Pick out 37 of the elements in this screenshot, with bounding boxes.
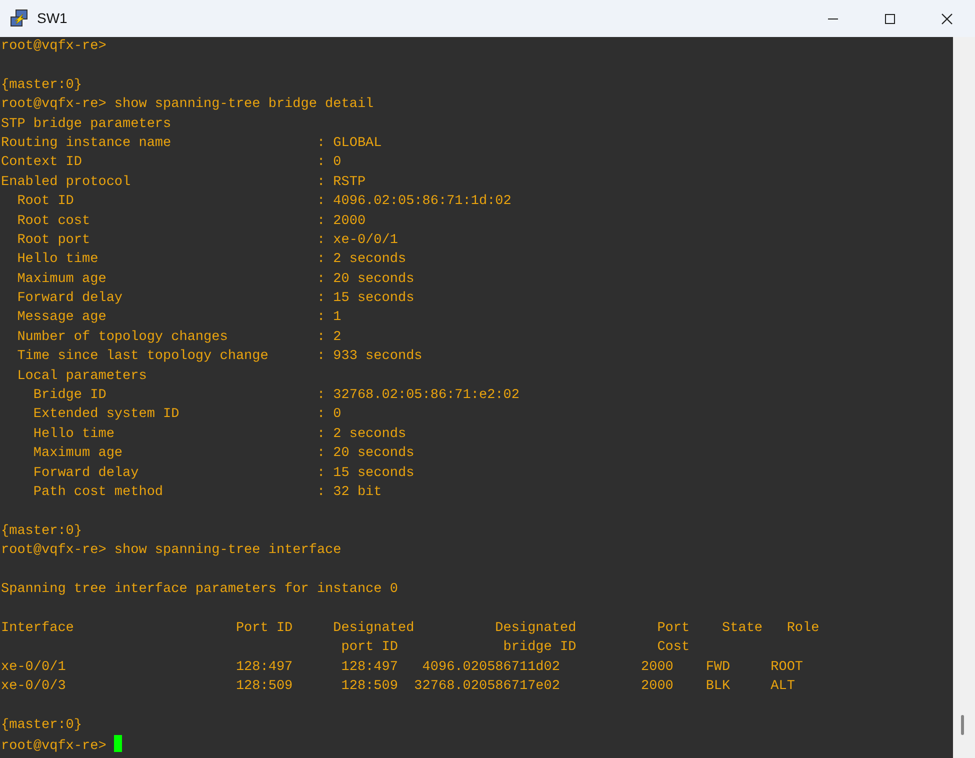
app-icon bbox=[9, 8, 29, 28]
terminal-line: xe-0/0/1 128:497 128:497 4096.020586711d02 2000 FWD ROOT bbox=[1, 658, 804, 676]
scrollbar-thumb[interactable] bbox=[961, 715, 964, 735]
terminal-line: Hello time : 2 seconds bbox=[16, 251, 406, 270]
terminal-line: Path cost method : 32 bit bbox=[32, 484, 382, 502]
terminal-line: {master:0} bbox=[1, 522, 82, 541]
terminal-line: Time since last topology change : 933 seconds bbox=[16, 348, 422, 366]
close-icon bbox=[940, 12, 952, 24]
terminal-line: Extended system ID : 0 bbox=[32, 406, 342, 424]
terminal-line: Forward delay : 15 seconds bbox=[16, 290, 414, 308]
terminal-line: Forward delay : 15 seconds bbox=[32, 464, 414, 483]
window-title: SW1 bbox=[37, 9, 68, 28]
terminal-line: Number of topology changes : 2 bbox=[16, 328, 342, 347]
terminal-line: Context ID : 0 bbox=[1, 154, 342, 172]
terminal-line: Maximum age : 20 seconds bbox=[16, 270, 414, 289]
terminal-line: Routing instance name : GLOBAL bbox=[1, 134, 382, 153]
terminal-line: root@vqfx-re> show spanning-tree bridge detail bbox=[1, 96, 374, 114]
terminal-line: root@vqfx-re> show spanning-tree interface bbox=[1, 542, 342, 560]
terminal-line: root@vqfx-re> bbox=[1, 738, 108, 756]
terminal-line: {master:0} bbox=[1, 716, 82, 735]
terminal-line: Root cost : 2000 bbox=[16, 212, 366, 231]
terminal-line: root@vqfx-re> bbox=[1, 38, 106, 56]
terminal-line: Root port : xe-0/0/1 bbox=[16, 232, 398, 250]
terminal-line: STP bridge parameters bbox=[1, 116, 172, 134]
terminal-line: xe-0/0/3 128:509 128:509 32768.020586717e02 2000 BLK ALT bbox=[1, 678, 795, 696]
terminal-line: Root ID : 4096.02:05:86:71:1d:02 bbox=[16, 193, 512, 212]
terminal-line: Local parameters bbox=[16, 368, 147, 386]
terminal-line: Interface Port ID Designated Designated Port State Role bbox=[1, 620, 820, 638]
terminal-line: Bridge ID : 32768.02:05:86:71:e2:02 bbox=[32, 387, 520, 406]
terminal-line: Enabled protocol : RSTP bbox=[1, 174, 366, 192]
terminal-line: {master:0} bbox=[1, 76, 82, 95]
terminal-line: Spanning tree interface parameters for instance 0 bbox=[1, 580, 398, 599]
terminal-line: Maximum age : 20 seconds bbox=[32, 445, 414, 464]
terminal-line: Message age : 1 bbox=[16, 309, 342, 328]
terminal-line: Hello time : 2 seconds bbox=[32, 426, 406, 444]
terminal-line: port ID bridge ID Cost bbox=[340, 639, 690, 658]
maximize-icon bbox=[884, 12, 896, 24]
